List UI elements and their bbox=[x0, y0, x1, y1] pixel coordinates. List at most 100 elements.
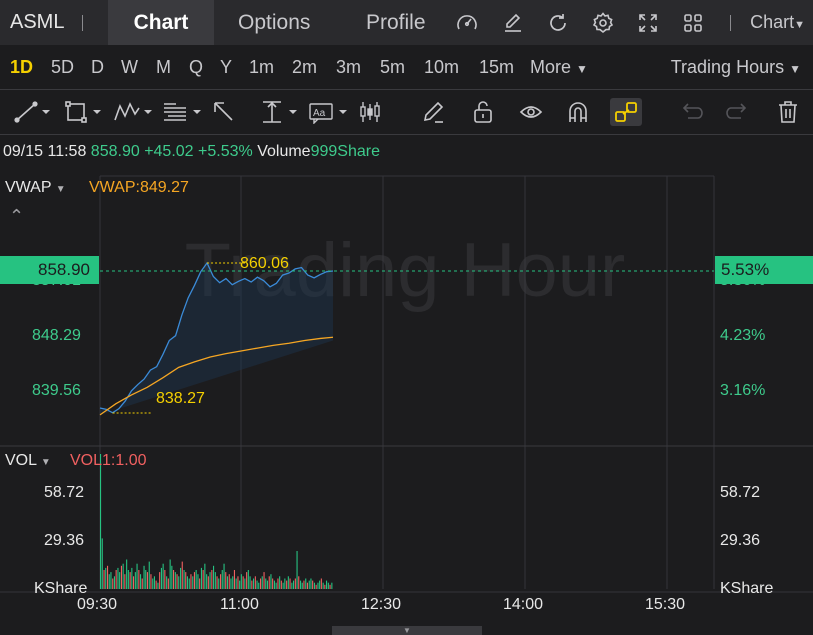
volume-bar bbox=[115, 570, 117, 589]
volume-bar bbox=[190, 574, 192, 589]
volume-bar bbox=[312, 580, 314, 589]
volume-bar bbox=[220, 574, 222, 589]
volume-bar bbox=[239, 580, 241, 589]
volume-bar bbox=[235, 578, 237, 589]
left-tick-2: 848.29 bbox=[32, 327, 81, 344]
volume-bar bbox=[209, 572, 211, 589]
vol-left-tick-1: 58.72 bbox=[44, 484, 85, 501]
volume-bar bbox=[254, 576, 256, 589]
volume-bar bbox=[263, 572, 265, 589]
indicator-label: VWAP bbox=[5, 179, 52, 196]
vol-right-tick-2: 29.36 bbox=[720, 532, 761, 549]
volume-bar bbox=[180, 567, 182, 589]
volume-bar bbox=[200, 567, 202, 589]
volume-bar bbox=[226, 576, 228, 589]
x-tick-1100: 11:00 bbox=[220, 596, 259, 613]
indicator-select[interactable]: VWAP ▼ bbox=[5, 179, 66, 197]
volume-bar bbox=[313, 582, 315, 589]
x-tick-1230: 12:30 bbox=[361, 596, 402, 613]
volume-bar bbox=[261, 576, 263, 589]
volume-bar bbox=[183, 570, 185, 589]
caret-down-icon: ▼ bbox=[40, 457, 51, 468]
volume-bar bbox=[223, 563, 225, 589]
volume-bar bbox=[320, 578, 322, 589]
vol-indicator-select[interactable]: VOL ▼ bbox=[5, 452, 51, 470]
volume-bar bbox=[126, 559, 128, 589]
volume-bar bbox=[113, 576, 115, 589]
volume-bar bbox=[202, 570, 204, 589]
volume-bar bbox=[206, 574, 208, 589]
vol-indicator-label: VOL bbox=[5, 452, 37, 469]
volume-bar bbox=[138, 570, 140, 589]
volume-bar bbox=[101, 538, 103, 589]
volume-bar bbox=[289, 578, 291, 589]
volume-bar bbox=[319, 580, 321, 589]
volume-plot bbox=[100, 454, 333, 589]
volume-bar bbox=[230, 578, 232, 589]
volume-bar bbox=[167, 578, 169, 589]
volume-bar bbox=[240, 574, 242, 589]
volume-bar bbox=[322, 582, 324, 589]
caret-down-icon: ▼ bbox=[55, 184, 66, 195]
volume-bar bbox=[293, 580, 295, 589]
volume-bar bbox=[134, 572, 136, 589]
volume-bar bbox=[242, 576, 244, 589]
volume-bar bbox=[329, 584, 331, 589]
volume-bar bbox=[315, 584, 317, 589]
volume-bar bbox=[232, 576, 234, 589]
volume-bar bbox=[105, 567, 107, 589]
scroll-handle[interactable]: ▼ bbox=[332, 626, 482, 635]
chart-canvas[interactable]: Trading Hour bbox=[0, 0, 813, 635]
volume-bar bbox=[207, 576, 209, 589]
volume-bar bbox=[294, 578, 296, 589]
volume-bar bbox=[265, 578, 267, 589]
volume-bar bbox=[287, 576, 289, 589]
volume-bar bbox=[148, 561, 150, 589]
vol-value: VOL1:1.00 bbox=[70, 452, 147, 469]
volume-bar bbox=[141, 578, 143, 589]
volume-bar bbox=[273, 580, 275, 589]
x-tick-1530: 15:30 bbox=[645, 596, 686, 613]
current-pct-value: 5.53% bbox=[721, 260, 770, 279]
volume-bar bbox=[199, 578, 201, 589]
volume-bar bbox=[221, 570, 223, 589]
volume-bar bbox=[176, 574, 178, 589]
volume-bar bbox=[317, 582, 319, 589]
volume-bar bbox=[140, 574, 142, 589]
volume-bar bbox=[211, 570, 213, 589]
volume-bar bbox=[112, 578, 114, 589]
volume-bar bbox=[100, 454, 102, 589]
volume-bar bbox=[152, 578, 154, 589]
volume-bar bbox=[282, 582, 284, 589]
volume-bar bbox=[225, 572, 227, 589]
left-tick-3: 839.56 bbox=[32, 382, 81, 399]
price-area bbox=[100, 263, 334, 415]
volume-bar bbox=[324, 584, 326, 589]
volume-bar bbox=[266, 580, 268, 589]
chevron-up-icon[interactable]: ⌃ bbox=[9, 206, 24, 227]
volume-bar bbox=[159, 572, 161, 589]
current-pct-tag: 5.53% bbox=[715, 256, 813, 284]
high-label: 860.06 bbox=[240, 255, 289, 272]
volume-bar bbox=[103, 570, 105, 589]
volume-bar bbox=[107, 565, 109, 589]
volume-bar bbox=[228, 574, 230, 589]
volume-bar bbox=[192, 576, 194, 589]
volume-bar bbox=[279, 576, 281, 589]
volume-bar bbox=[185, 572, 187, 589]
right-tick-3: 3.16% bbox=[720, 382, 766, 399]
volume-bar bbox=[136, 563, 138, 589]
volume-bar bbox=[131, 567, 133, 589]
volume-bar bbox=[117, 567, 119, 589]
volume-bar bbox=[305, 578, 307, 589]
volume-bar bbox=[143, 565, 145, 589]
volume-bar bbox=[298, 576, 300, 589]
vol-right-unit: KShare bbox=[720, 580, 774, 597]
volume-bar bbox=[233, 570, 235, 589]
volume-bar bbox=[277, 578, 279, 589]
vol-left-tick-2: 29.36 bbox=[44, 532, 85, 549]
right-tick-2: 4.23% bbox=[720, 327, 766, 344]
volume-bar bbox=[306, 582, 308, 589]
volume-bar bbox=[169, 559, 171, 589]
volume-bar bbox=[260, 578, 262, 589]
